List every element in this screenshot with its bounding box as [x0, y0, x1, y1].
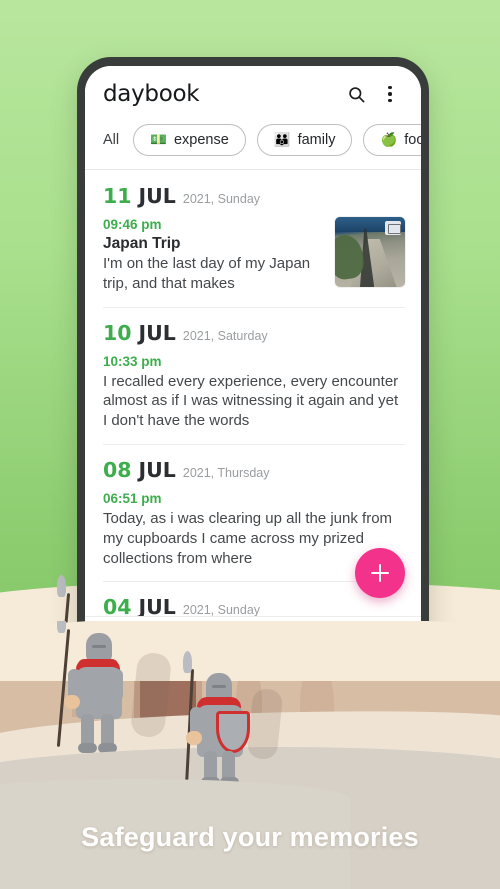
- filter-chip-label: expense: [173, 132, 229, 148]
- family-emoji: 👪: [273, 132, 291, 148]
- entry-snippet: I'm on the last day of my Japan trip, an…: [103, 255, 311, 292]
- app-bar: daybook: [85, 66, 421, 122]
- entry-year-weekday: 2021, Sunday: [182, 192, 261, 206]
- knight-shield: [216, 711, 250, 753]
- add-entry-button[interactable]: [355, 548, 405, 598]
- knight-shadow: [129, 651, 173, 739]
- entry-date-header: 10 JUL 2021, Saturday: [103, 321, 405, 345]
- filter-chip-label: family: [297, 132, 336, 148]
- filter-chip-family[interactable]: 👪 family: [256, 124, 353, 156]
- search-icon[interactable]: [339, 77, 373, 111]
- knight-arm: [110, 669, 123, 701]
- filter-chip-expense[interactable]: 💵 expense: [133, 124, 246, 156]
- green-apple-emoji: 🍏: [380, 132, 398, 148]
- entry-date-header: 08 JUL 2021, Thursday: [103, 458, 405, 482]
- more-vertical-icon[interactable]: [373, 77, 407, 111]
- money-emoji: 💵: [150, 132, 167, 148]
- entry-month: JUL: [138, 184, 176, 208]
- entry-day: 08: [103, 457, 132, 482]
- knight-shadow: [246, 687, 284, 761]
- knight-hand: [186, 731, 202, 745]
- add-entry-icon: [371, 564, 389, 582]
- entry-month: JUL: [138, 320, 176, 345]
- list-item[interactable]: 10 JUL 2021, Saturday 10:33 pm I recalle…: [85, 306, 421, 444]
- entry-time: 06:51 pm: [103, 490, 162, 506]
- filter-chip-all[interactable]: All: [103, 132, 122, 148]
- entry-date-header: 11 JUL 2021, Sunday: [103, 184, 405, 208]
- phone-screen: daybook All 💵 expense 👪 family 🍏 foo 11 …: [85, 66, 421, 660]
- entry-thumbnail[interactable]: [335, 217, 405, 287]
- entry-text: 10:33 pm I recalled every experience, ev…: [103, 354, 405, 431]
- spear-tip: [57, 575, 66, 597]
- gallery-badge-icon: [385, 221, 401, 235]
- entry-day: 11: [103, 184, 132, 208]
- knight-hand: [64, 695, 80, 709]
- entry-time: 09:46 pm: [103, 217, 162, 232]
- entry-time: 10:33 pm: [103, 353, 162, 369]
- entry-body: 10:33 pm I recalled every experience, ev…: [103, 354, 405, 431]
- entry-title: Japan Trip: [103, 235, 181, 252]
- knight-foot: [78, 743, 97, 753]
- spear-tip: [57, 621, 66, 633]
- promo-screenshot: daybook All 💵 expense 👪 family 🍏 foo 11 …: [0, 0, 500, 889]
- overflow-dots: [388, 85, 392, 103]
- app-title: daybook: [103, 81, 200, 107]
- knight-guard-left: [48, 621, 173, 755]
- filter-chip-food[interactable]: 🍏 food: [363, 124, 421, 156]
- entry-month: JUL: [138, 457, 176, 482]
- spear-tip: [183, 651, 192, 673]
- promo-tagline: Safeguard your memories: [81, 822, 419, 852]
- phone-mockup: daybook All 💵 expense 👪 family 🍏 foo 11 …: [77, 57, 429, 669]
- filter-chip-row[interactable]: All 💵 expense 👪 family 🍏 food: [85, 122, 421, 169]
- entry-day: 10: [103, 320, 132, 345]
- entry-snippet: I recalled every experience, every encou…: [103, 372, 399, 430]
- entry-year-weekday: 2021, Saturday: [182, 328, 268, 343]
- entry-year-weekday: 2021, Thursday: [182, 465, 270, 480]
- entry-body: 09:46 pm Japan Trip I'm on the last day …: [103, 217, 405, 294]
- entry-text: 09:46 pm Japan Trip I'm on the last day …: [103, 217, 323, 294]
- list-item[interactable]: 11 JUL 2021, Sunday 09:46 pm Japan Trip …: [85, 170, 421, 307]
- filter-chip-label: food: [404, 132, 421, 148]
